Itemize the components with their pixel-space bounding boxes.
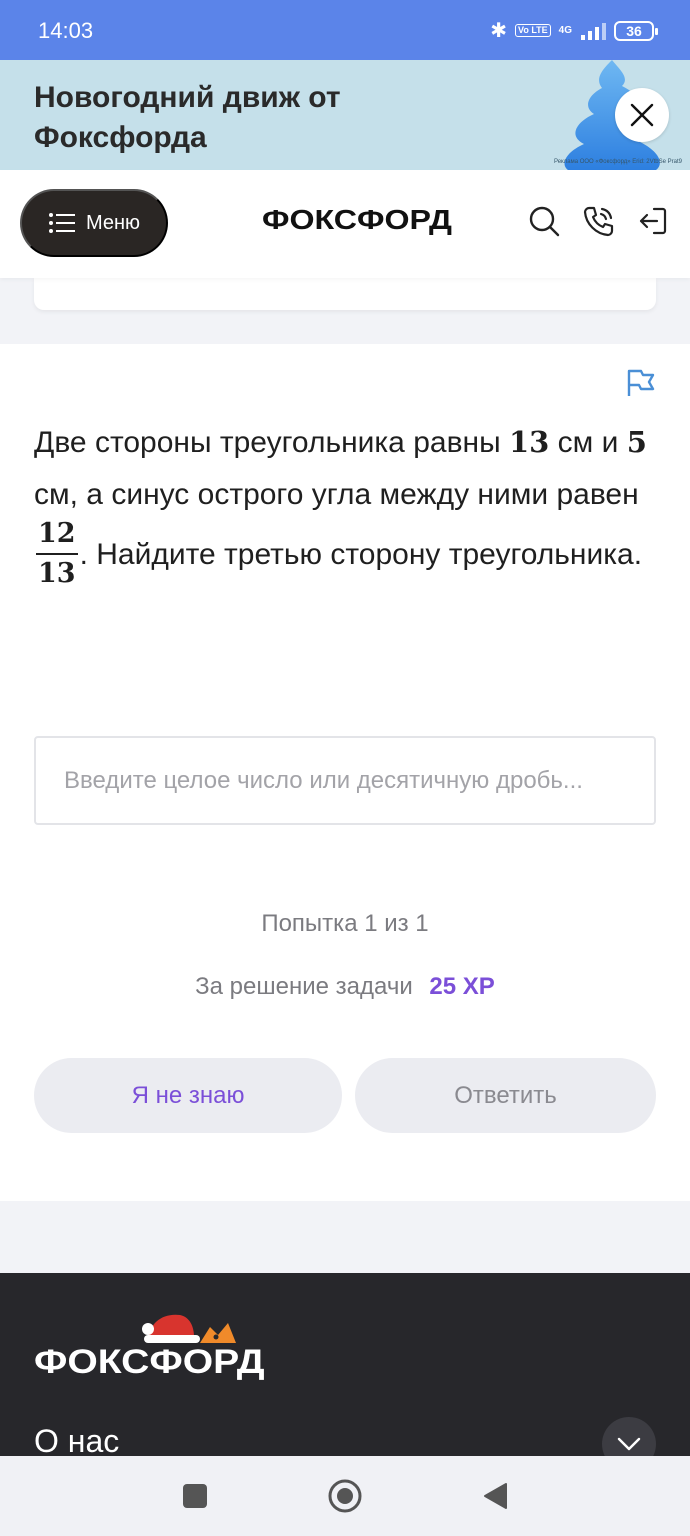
answer-input[interactable] (34, 736, 656, 825)
side-a-value: 13 (508, 425, 550, 459)
reward-value: 25 XP (429, 973, 495, 1000)
list-icon (48, 213, 75, 233)
recents-button[interactable] (175, 1476, 215, 1516)
close-icon (630, 103, 654, 127)
attempts-counter: Попытка 1 из 1 (261, 910, 429, 937)
system-nav-bar (0, 1456, 690, 1536)
question-text: Две стороны треугольника равны 13 см и 5… (34, 416, 664, 591)
signal-icon (581, 22, 606, 40)
fraction-denominator: 13 (38, 558, 76, 589)
task-card: Две стороны треугольника равны 13 см и 5… (0, 344, 690, 1201)
square-icon (183, 1484, 207, 1508)
site-footer: ФОКСФОРД О нас (0, 1273, 690, 1456)
bluetooth-icon: ✱ (490, 20, 507, 42)
close-button[interactable] (615, 88, 669, 142)
answer-button[interactable]: Ответить (355, 1058, 656, 1133)
side-b-value: 5 (626, 425, 647, 459)
menu-button[interactable]: Меню (20, 189, 168, 257)
login-button[interactable] (636, 204, 670, 238)
question-part: см и (549, 426, 627, 459)
home-button[interactable] (325, 1476, 365, 1516)
back-button[interactable] (475, 1476, 515, 1516)
status-icons: ✱ Vo LTE 4G 36 (490, 18, 658, 43)
site-header: Меню ФОКСФОРД (0, 170, 690, 278)
footer-logo[interactable]: ФОКСФОРД (34, 1343, 265, 1382)
report-button[interactable] (626, 368, 656, 398)
fraction-numerator: 12 (36, 519, 78, 555)
flag-icon (627, 369, 655, 396)
chevron-down-icon (617, 1437, 641, 1451)
promo-title: Новогодний движ от Фоксфорда (34, 81, 341, 154)
question-part: Две стороны треугольника равны (34, 426, 509, 459)
battery-indicator: 36 (614, 20, 658, 41)
back-icon (484, 1483, 507, 1509)
reward-info: За решение задачи 25 XP (0, 973, 690, 1001)
home-icon (328, 1479, 362, 1513)
network-type: 4G (558, 25, 572, 36)
status-time: 14:03 (38, 18, 94, 43)
phone-button[interactable] (582, 204, 616, 238)
status-bar: 14:03 ✱ Vo LTE 4G 36 (0, 0, 690, 60)
sine-fraction: 12 13 (36, 519, 78, 589)
question-part: . Найдите третью сторону треугольника. (79, 537, 643, 571)
volte-badge: Vo LTE (514, 24, 551, 37)
about-expand-button[interactable] (602, 1417, 656, 1456)
previous-card (34, 278, 656, 310)
phone-icon (583, 206, 614, 237)
site-logo[interactable]: ФОКСФОРД (262, 204, 452, 236)
search-button[interactable] (527, 204, 561, 238)
promo-banner[interactable]: Новогодний движ от Фоксфорда Реклама ООО… (0, 60, 690, 170)
question-part: см, а синус острого угла между ними раве… (34, 478, 639, 511)
login-icon (639, 207, 667, 235)
footer-about-heading[interactable]: О нас (34, 1423, 119, 1456)
reward-label: За решение задачи (195, 973, 413, 1000)
menu-label: Меню (85, 211, 141, 234)
dont-know-button[interactable]: Я не знаю (34, 1058, 342, 1133)
search-icon (529, 206, 560, 237)
promo-ad-note: Реклама ООО «Фоксфорд» Erid: 2VtbSe Prat… (553, 159, 682, 165)
